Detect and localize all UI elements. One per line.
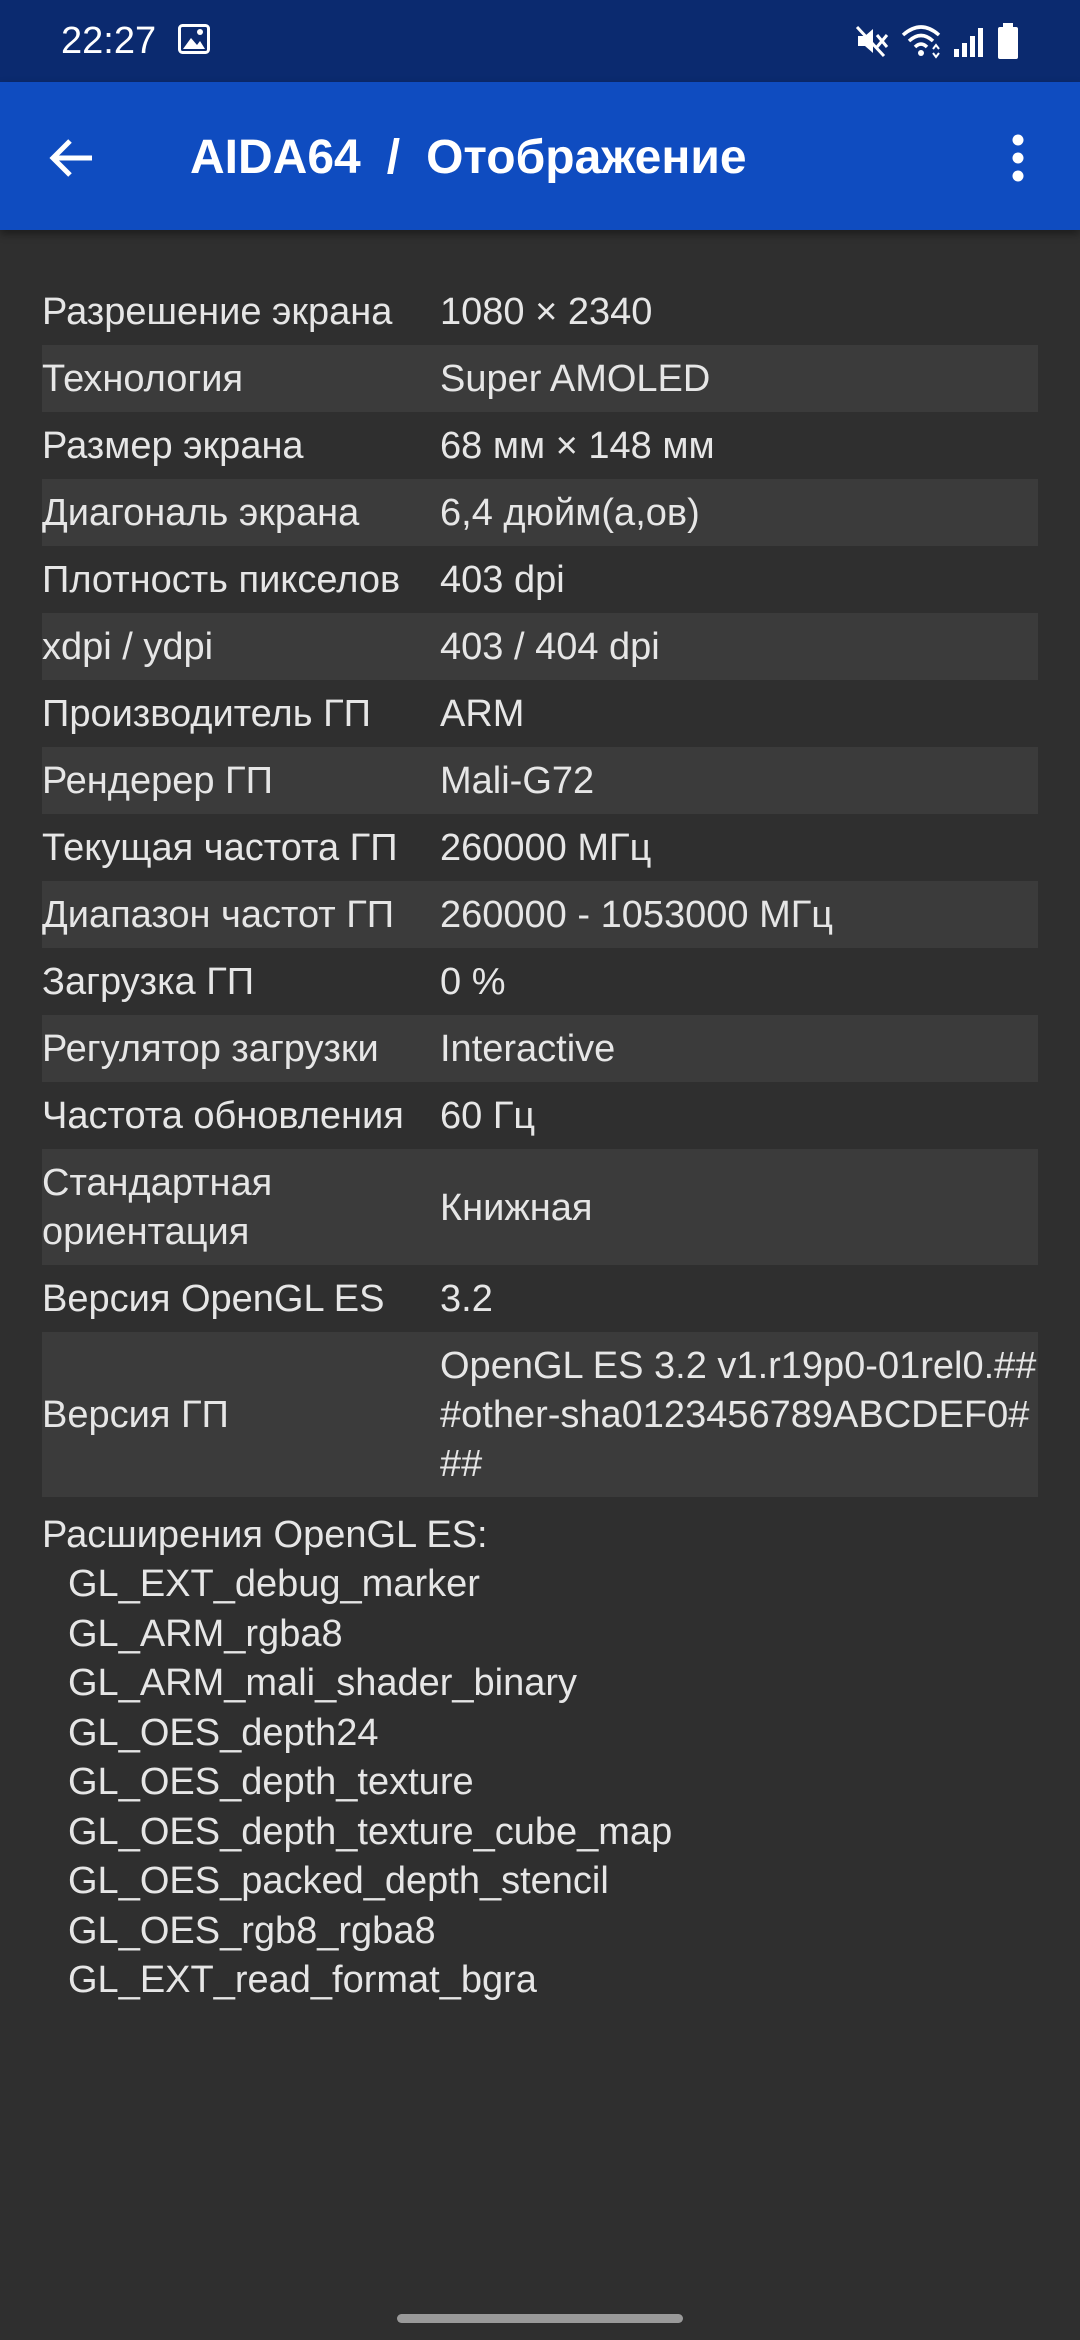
row-label: Производитель ГП [42,693,371,735]
screen: 22:27 AIDA64 / Отображение Разрешение эк… [0,0,1080,2340]
extension-item: GL_ARM_mali_shader_binary [68,1662,578,1704]
extension-item: GL_OES_depth_texture_cube_map [68,1810,673,1853]
info-row: Текущая частота ГП 260000 МГц [42,814,1038,881]
status-time: 22:27 [61,20,157,62]
extension-item: GL_OES_packed_depth_stencil [68,1860,609,1902]
row-value: Mali-G72 [440,760,595,802]
row-value: 60 Гц [440,1095,536,1137]
app-bar: AIDA64 / Отображение [0,82,1080,230]
info-row: Версия OpenGL ES 3.2 [42,1265,1038,1332]
section-name: Отображение [426,131,747,184]
row-label: Загрузка ГП [42,961,255,1003]
wifi-icon [901,25,941,59]
extension-item: GL_ARM_rgba8 [68,1612,343,1655]
more-vert-icon[interactable] [988,128,1048,188]
row-label: Версия OpenGL ES [42,1278,385,1320]
info-row: Рендерер ГП Mali-G72 [42,747,1038,814]
content-scroll[interactable]: Разрешение экрана 1080 × 2340 Технология… [0,230,1080,2270]
status-bar: 22:27 [0,0,1080,82]
row-label: xdpi / ydpi [42,626,214,668]
extension-item: GL_OES_depth24 [68,1711,379,1754]
row-value: 68 мм × 148 мм [440,425,715,467]
extension-item: GL_OES_rgb8_rgba8 [68,1909,436,1952]
row-label: Рендерер ГП [42,760,273,802]
status-icons [854,20,1020,62]
row-label: Диагональ экрана [42,492,360,534]
info-row: Диапазон частот ГП 260000 - 1053000 МГц [42,881,1038,948]
row-label: Размер экрана [42,425,304,467]
info-row: xdpi / ydpi 403 / 404 dpi [42,613,1038,680]
info-row: Разрешение экрана 1080 × 2340 [42,278,1038,345]
row-label: Плотность пикселов [42,559,401,601]
info-row: Технология Super AMOLED [42,345,1038,412]
row-label: Диапазон частот ГП [42,894,395,936]
row-label: Разрешение экрана [42,291,393,333]
mute-icon [855,25,889,58]
info-row: Загрузка ГП 0 % [42,948,1038,1015]
signal-icon [954,28,983,57]
navigation-bar [0,2270,1080,2340]
arrow-back-icon[interactable] [40,126,104,190]
info-row: Производитель ГП ARM [42,680,1038,747]
info-row: Регулятор загрузки Interactive [42,1015,1038,1082]
row-label: Стандартная ориентация [42,1162,273,1253]
row-label: Частота обновления [42,1095,404,1137]
title-separator: / [386,131,401,184]
row-value: 260000 - 1053000 МГц [440,894,834,936]
row-value: 260000 МГц [440,827,652,869]
row-value: OpenGL ES 3.2 v1.r19p0-01rel0.###other-s… [440,1345,1037,1485]
app-name: AIDA64 [190,131,361,184]
extensions-list: GL_EXT_debug_marker GL_ARM_rgba8 GL_ARM_… [42,1560,1038,2006]
row-value: 403 dpi [440,559,565,601]
row-value: 1080 × 2340 [440,291,653,333]
row-label: Регулятор загрузки [42,1028,379,1070]
info-row: Стандартная ориентация Книжная [42,1149,1038,1265]
extension-item: GL_OES_depth_texture [68,1761,474,1803]
row-label: Технология [42,358,244,400]
row-value: ARM [440,693,525,735]
battery-icon [998,23,1018,59]
extension-item: GL_EXT_debug_marker [68,1563,480,1605]
info-row: Размер экрана 68 мм × 148 мм [42,412,1038,479]
row-value: 6,4 дюйм(а,ов) [440,492,700,534]
row-value: 0 % [440,961,506,1003]
home-gesture-handle[interactable] [397,2314,683,2323]
extension-item: GL_EXT_read_format_bgra [68,1959,537,2001]
info-table: Разрешение экрана 1080 × 2340 Технология… [42,278,1038,2006]
row-value: Interactive [440,1028,616,1070]
page-title: AIDA64 / Отображение [190,126,747,190]
row-value: Книжная [440,1186,593,1229]
gallery-icon [178,24,210,54]
row-label: Версия ГП [42,1394,229,1436]
info-row: Диагональ экрана 6,4 дюйм(а,ов) [42,479,1038,546]
info-row: Плотность пикселов 403 dpi [42,546,1038,613]
row-value: Super AMOLED [440,358,711,400]
info-row: Частота обновления 60 Гц [42,1082,1038,1149]
row-label: Текущая частота ГП [42,827,398,869]
row-value: 403 / 404 dpi [440,626,660,668]
row-value: 3.2 [440,1278,493,1320]
info-row: Версия ГП OpenGL ES 3.2 v1.r19p0-01rel0.… [42,1332,1038,1497]
extensions-title: Расширения OpenGL ES: [42,1514,488,1556]
